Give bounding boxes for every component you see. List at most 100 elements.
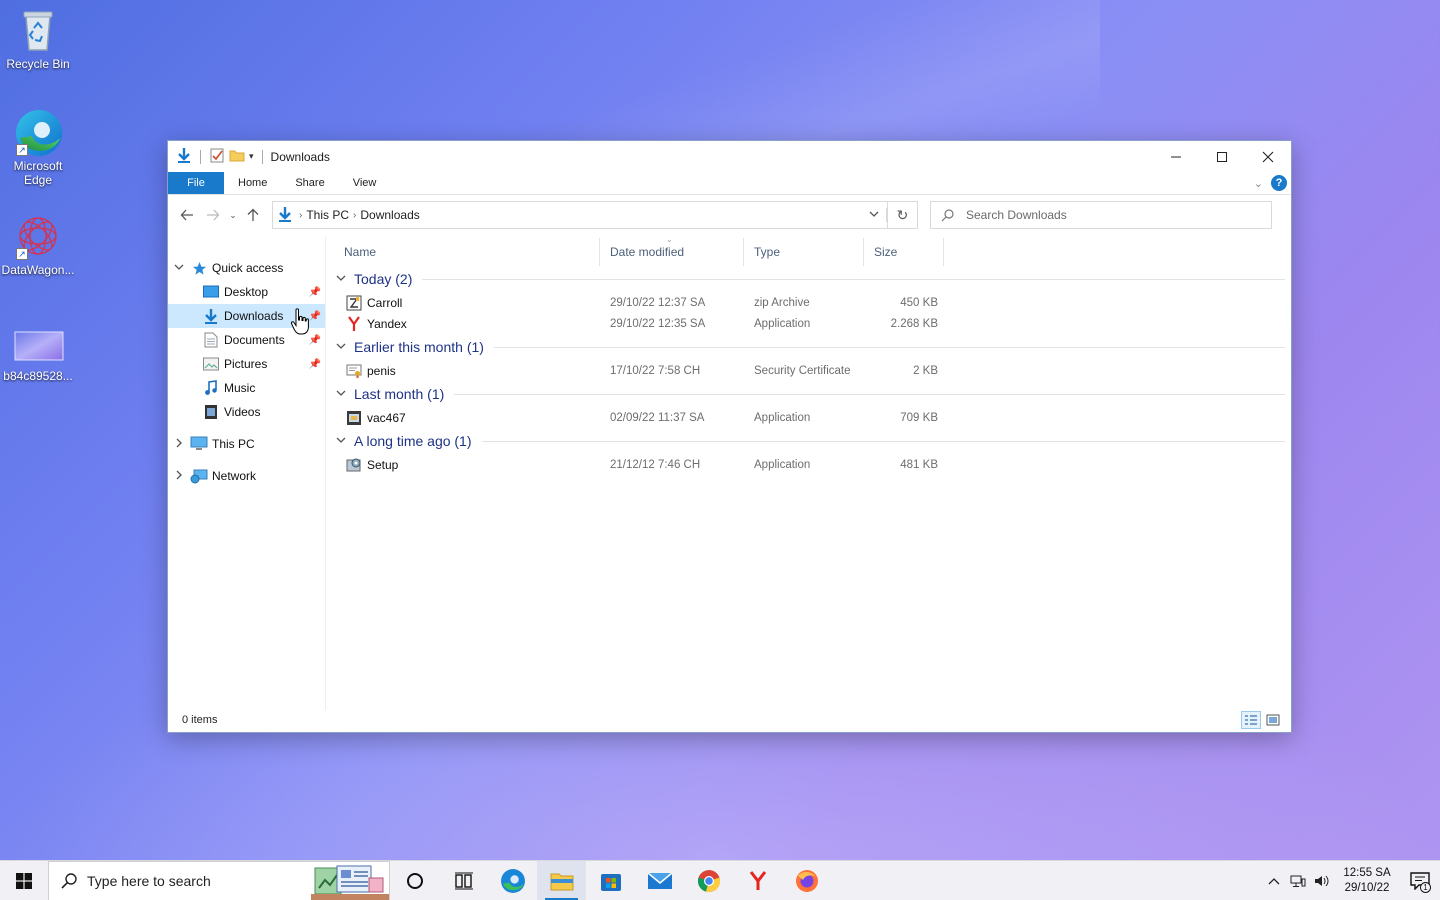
nav-network[interactable]: Network [168, 464, 325, 488]
file-date: 29/10/22 12:35 SA [610, 317, 706, 330]
desktop-icon-label: DataWagon... [1, 263, 75, 277]
desktop-icon-recycle-bin[interactable]: Recycle Bin [0, 6, 76, 71]
close-button[interactable] [1245, 142, 1291, 172]
chrome-icon [697, 869, 720, 892]
taskbar-chrome-button[interactable] [684, 861, 733, 900]
file-row[interactable]: penis 17/10/22 7:58 CH Security Certific… [334, 360, 1291, 381]
ribbon-right-controls: ⌄ ? [1254, 175, 1287, 191]
window-title: Downloads [270, 149, 330, 164]
desktop-icon-edge[interactable]: ↗ Microsoft Edge [0, 108, 76, 187]
collapse-chevron-icon[interactable] [168, 262, 190, 275]
yandex-icon [346, 315, 362, 332]
cortana-button[interactable] [390, 861, 439, 900]
nav-documents[interactable]: Documents 📌 [168, 328, 325, 352]
file-row[interactable]: Setup 21/12/12 7:46 CH Application 481 K… [334, 454, 1291, 475]
start-button[interactable] [0, 861, 48, 900]
pin-icon[interactable]: 📌 [309, 287, 321, 298]
desktop-icon-datawagon[interactable]: ↗ DataWagon... [0, 212, 76, 277]
expand-chevron-icon[interactable] [168, 438, 190, 451]
address-bar[interactable]: › This PC › Downloads [272, 201, 888, 229]
group-header-today[interactable]: Today (2) [334, 266, 1291, 292]
customize-toolbar-chevron-icon[interactable]: ▾ [249, 151, 254, 162]
setup-icon [346, 457, 362, 473]
taskbar-edge-button[interactable] [488, 861, 537, 900]
column-header-name[interactable]: Name [334, 238, 600, 266]
taskbar-firefox-button[interactable] [782, 861, 831, 900]
large-icons-view-button[interactable] [1263, 711, 1283, 729]
minimize-button[interactable] [1153, 142, 1199, 172]
nav-this-pc[interactable]: This PC [168, 432, 325, 456]
file-date: 21/12/12 7:46 CH [610, 458, 701, 471]
group-title: Earlier this month (1) [354, 339, 484, 355]
pin-icon[interactable]: 📌 [309, 359, 321, 370]
column-header-type[interactable]: Type [744, 238, 864, 266]
group-header-earlier-this-month[interactable]: Earlier this month (1) [334, 334, 1291, 360]
volume-button[interactable] [1310, 861, 1334, 900]
properties-icon[interactable] [209, 147, 225, 166]
back-button[interactable] [174, 202, 200, 228]
search-icon [61, 872, 77, 889]
downloads-folder-icon [202, 308, 220, 324]
nav-label: Quick access [212, 261, 284, 275]
nav-videos[interactable]: Videos [168, 400, 325, 424]
breadcrumb-this-pc[interactable]: This PC [306, 208, 349, 222]
window-controls [1153, 142, 1291, 172]
nav-pictures[interactable]: Pictures 📌 [168, 352, 325, 376]
taskbar-search-box[interactable]: Type here to search [48, 860, 390, 900]
search-icon [941, 208, 954, 221]
tab-view[interactable]: View [339, 172, 391, 194]
navigation-pane: Quick access Desktop 📌 Downloads 📌 Docum… [168, 236, 326, 710]
chevron-down-icon [336, 273, 350, 286]
file-row[interactable]: Carroll 29/10/22 12:37 SA zip Archive 45… [334, 292, 1291, 313]
group-header-a-long-time-ago[interactable]: A long time ago (1) [334, 428, 1291, 454]
group-title: Last month (1) [354, 386, 445, 402]
file-row[interactable]: Yandex 29/10/22 12:35 SA Application 2.2… [334, 313, 1291, 334]
forward-arrow-icon [207, 209, 220, 221]
search-input[interactable] [966, 208, 1256, 222]
show-hidden-icons-button[interactable] [1262, 861, 1286, 900]
breadcrumb-separator-icon: › [353, 209, 357, 221]
expand-chevron-icon[interactable] [168, 470, 190, 483]
tab-home[interactable]: Home [224, 172, 281, 194]
address-history-dropdown[interactable] [861, 208, 887, 222]
nav-downloads[interactable]: Downloads 📌 [168, 304, 325, 328]
details-view-button[interactable] [1241, 711, 1261, 729]
refresh-button[interactable]: ↻ [888, 201, 918, 229]
system-clock[interactable]: 12:55 SA 29/10/22 [1334, 866, 1400, 896]
recent-locations-chevron-icon[interactable]: ⌄ [226, 202, 240, 228]
chevron-down-icon [336, 341, 350, 354]
up-button[interactable] [240, 202, 266, 228]
nav-desktop[interactable]: Desktop 📌 [168, 280, 325, 304]
notification-center-button[interactable]: 1 [1400, 861, 1440, 900]
forward-button[interactable] [200, 202, 226, 228]
column-header-size[interactable]: Size [864, 238, 944, 266]
file-row[interactable]: vac467 02/09/22 11:37 SA Application 709… [334, 407, 1291, 428]
search-box[interactable] [930, 201, 1272, 229]
taskbar-file-explorer-button[interactable] [537, 860, 586, 900]
network-status-button[interactable] [1286, 861, 1310, 900]
pin-icon[interactable]: 📌 [309, 311, 321, 322]
file-type: Security Certificate [754, 364, 851, 377]
pin-icon[interactable]: 📌 [309, 335, 321, 346]
taskbar-yandex-button[interactable] [733, 861, 782, 900]
help-icon[interactable]: ? [1271, 175, 1287, 191]
task-view-button[interactable] [439, 861, 488, 900]
nav-music[interactable]: Music [168, 376, 325, 400]
system-tray: 12:55 SA 29/10/22 1 [1262, 861, 1440, 900]
taskbar-mail-button[interactable] [635, 861, 684, 900]
edge-icon [500, 868, 525, 893]
file-type: Application [754, 411, 811, 424]
expand-ribbon-chevron-icon[interactable]: ⌄ [1254, 177, 1263, 190]
tab-file[interactable]: File [168, 172, 224, 194]
tab-share[interactable]: Share [281, 172, 338, 194]
breadcrumb-downloads[interactable]: Downloads [360, 208, 419, 222]
network-icon [190, 468, 208, 484]
desktop-icon-image-file[interactable]: b84c89528... [0, 330, 76, 383]
maximize-button[interactable] [1199, 142, 1245, 172]
windows-logo-icon [16, 872, 32, 889]
taskbar-store-button[interactable] [586, 861, 635, 900]
new-folder-icon[interactable] [229, 147, 245, 166]
nav-quick-access[interactable]: Quick access [168, 256, 325, 280]
cortana-circle-icon [406, 872, 423, 889]
group-header-last-month[interactable]: Last month (1) [334, 381, 1291, 407]
